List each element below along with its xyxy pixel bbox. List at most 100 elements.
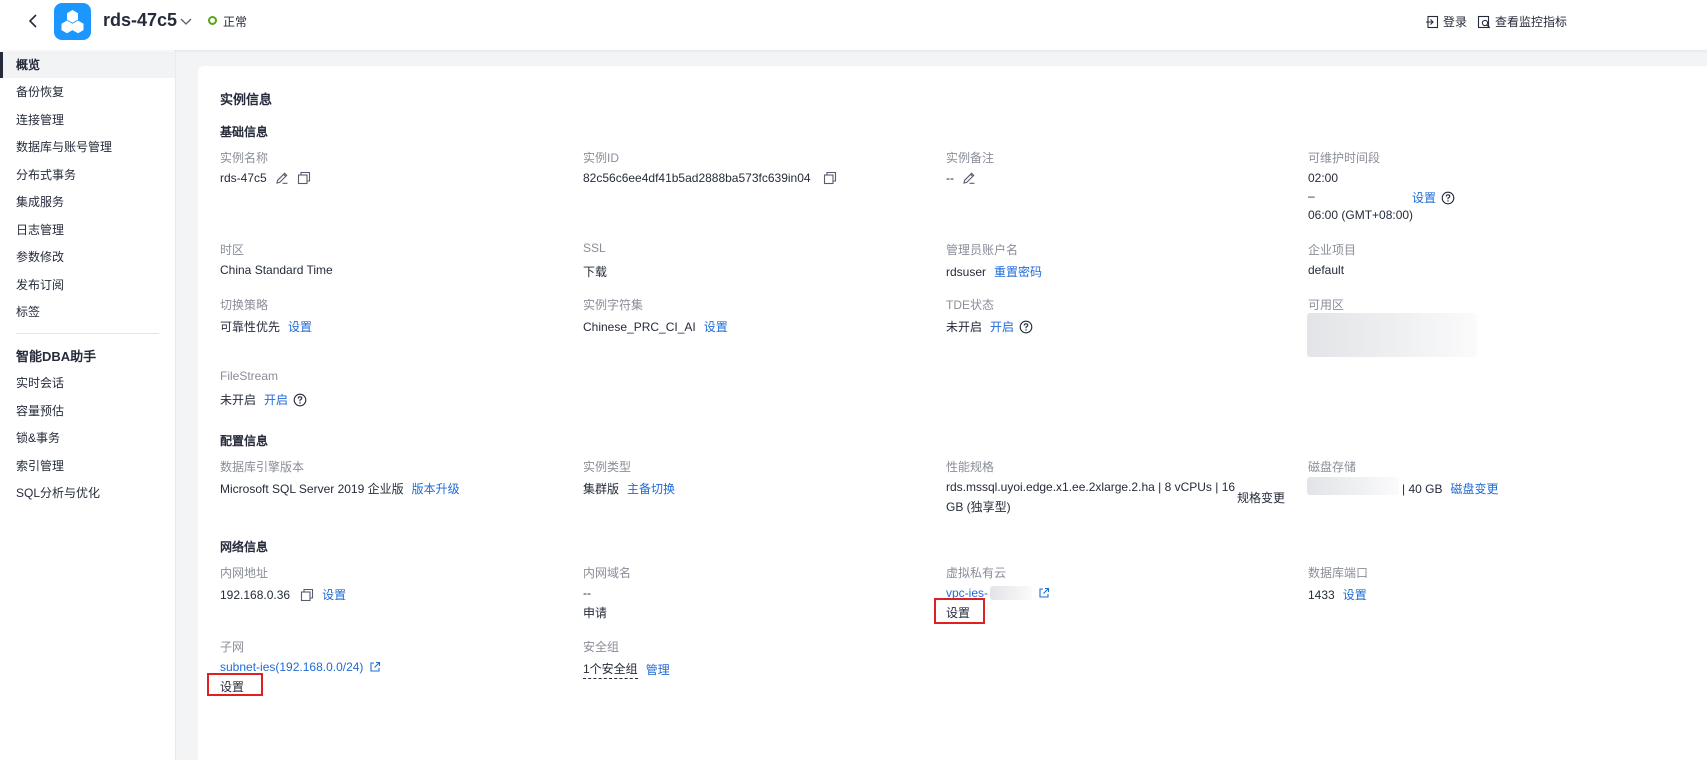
private-ip-row: 192.168.0.36 设置 (220, 586, 346, 603)
monitor-search-icon (1477, 15, 1491, 28)
edit-icon[interactable] (962, 171, 976, 185)
section-config-title: 配置信息 (220, 434, 269, 448)
switch-policy-set-link[interactable]: 设置 (288, 318, 312, 335)
filestream-value: 未开启 (220, 393, 257, 407)
maintenance-dash: – (1308, 189, 1315, 203)
instance-type-label: 实例类型 (583, 460, 632, 474)
spec-label: 性能规格 (946, 460, 995, 474)
instance-title: rds-47c5 (103, 10, 178, 30)
security-group-manage-link[interactable]: 管理 (646, 661, 670, 678)
highlight-box-subnet-set (207, 673, 263, 696)
filestream-enable-link[interactable]: 开启 (264, 391, 288, 408)
engine-version-label: 数据库引擎版本 (220, 460, 305, 474)
subnet-link[interactable]: subnet-ies(192.168.0.0/24) (220, 660, 363, 674)
sidebar-item-realtime-sessions[interactable]: 实时会话 (0, 370, 175, 396)
private-ip-set-link[interactable]: 设置 (322, 586, 346, 603)
instance-name-row: rds-47c5 (220, 171, 311, 185)
page-title: 实例信息 (220, 92, 273, 107)
sidebar-item-connection[interactable]: 连接管理 (0, 107, 175, 133)
sidebar-item-capacity[interactable]: 容量预估 (0, 398, 175, 424)
maintenance-end: 06:00 (GMT+08:00) (1308, 208, 1414, 222)
security-group-value[interactable]: 1个安全组 (583, 660, 638, 679)
maintenance-set-row: 设置 (1412, 189, 1455, 206)
private-domain-apply-link[interactable]: 申请 (583, 604, 607, 621)
sidebar-item-integration[interactable]: 集成服务 (0, 189, 175, 215)
external-link-icon[interactable] (1038, 587, 1050, 599)
tde-label: TDE状态 (946, 298, 995, 312)
filestream-label: FileStream (220, 369, 279, 383)
remark-row: -- (946, 171, 976, 185)
disk-storage-label: 磁盘存储 (1308, 460, 1357, 474)
monitor-label: 查看监控指标 (1495, 15, 1568, 29)
status-text: 正常 (223, 15, 248, 29)
failover-link[interactable]: 主备切换 (627, 480, 675, 497)
edit-icon[interactable] (275, 171, 289, 185)
sidebar-item-database-accounts[interactable]: 数据库与账号管理 (0, 134, 175, 160)
subnet-label: 子网 (220, 640, 245, 654)
copy-icon[interactable] (297, 171, 311, 185)
sidebar-item-sql-analysis[interactable]: SQL分析与优化 (0, 480, 175, 506)
db-port-row: 1433 设置 (1308, 586, 1367, 603)
remark-value: -- (946, 171, 954, 185)
enterprise-project-link[interactable]: default (1308, 263, 1344, 277)
switch-policy-row: 可靠性优先 设置 (220, 318, 312, 335)
disk-change-link[interactable]: 磁盘变更 (1450, 480, 1498, 497)
sidebar-group-dba: 智能DBA助手 (16, 349, 97, 364)
tde-value: 未开启 (946, 320, 983, 334)
status-ok-icon (208, 16, 217, 25)
private-ip-label: 内网地址 (220, 566, 269, 580)
sidebar-item-index[interactable]: 索引管理 (0, 453, 175, 479)
sidebar-item-overview[interactable]: 概览 (0, 52, 175, 78)
login-button[interactable]: 登录 (1425, 13, 1467, 30)
sidebar-item-backup[interactable]: 备份恢复 (0, 79, 175, 105)
maintenance-set-link[interactable]: 设置 (1412, 189, 1436, 206)
filestream-row: 未开启 开启 (220, 391, 307, 408)
sidebar-item-logs[interactable]: 日志管理 (0, 217, 175, 243)
instance-type-value: 集群版 (583, 482, 620, 496)
sidebar-item-parameters[interactable]: 参数修改 (0, 244, 175, 270)
copy-icon[interactable] (823, 171, 837, 185)
maintenance-label: 可维护时间段 (1308, 151, 1381, 165)
sidebar-item-distributed-tx[interactable]: 分布式事务 (0, 162, 175, 188)
private-ip-value: 192.168.0.36 (220, 587, 291, 602)
help-icon[interactable] (293, 393, 307, 407)
maintenance-start: 02:00 (1308, 171, 1339, 185)
help-icon[interactable] (1441, 191, 1455, 205)
login-label: 登录 (1443, 15, 1468, 29)
section-network-title: 网络信息 (220, 540, 269, 554)
remark-label: 实例备注 (946, 151, 995, 165)
vpc-label: 虚拟私有云 (946, 566, 1007, 580)
view-monitoring-button[interactable]: 查看监控指标 (1477, 13, 1567, 30)
db-port-set-link[interactable]: 设置 (1343, 586, 1367, 603)
sidebar-item-locks[interactable]: 锁&事务 (0, 425, 175, 451)
private-domain-label: 内网域名 (583, 566, 632, 580)
sidebar-item-publish-subscribe[interactable]: 发布订阅 (0, 272, 175, 298)
version-upgrade-link[interactable]: 版本升级 (412, 480, 460, 497)
spec-value-line2: GB (独享型) (946, 500, 1011, 514)
subnet-row: subnet-ies(192.168.0.0/24) (220, 660, 381, 674)
chevron-down-icon[interactable] (180, 15, 192, 29)
charset-row: Chinese_PRC_CI_AI 设置 (583, 318, 728, 335)
help-icon[interactable] (1019, 320, 1033, 334)
spec-change-link[interactable]: 规格变更 (1237, 489, 1285, 506)
switch-policy-label: 切换策略 (220, 298, 269, 312)
instance-id-label: 实例ID (583, 151, 620, 165)
disk-type-redacted (1307, 477, 1399, 495)
reset-password-link[interactable]: 重置密码 (994, 263, 1042, 280)
disk-storage-row: | 40 GB 磁盘变更 (1402, 480, 1499, 497)
ssl-download-link[interactable]: 下载 (583, 263, 607, 280)
availability-zone-label: 可用区 (1308, 298, 1345, 312)
section-basic-title: 基础信息 (220, 125, 269, 139)
charset-label: 实例字符集 (583, 298, 644, 312)
instance-id-value: 82c56c6ee4df41b5ad2888ba573fc639in04 (583, 171, 811, 185)
tde-enable-link[interactable]: 开启 (990, 318, 1014, 335)
switch-policy-value: 可靠性优先 (220, 320, 281, 334)
back-arrow-icon[interactable] (26, 12, 42, 30)
highlight-box-vpc-set (934, 598, 985, 624)
sidebar: 概览 备份恢复 连接管理 数据库与账号管理 分布式事务 集成服务 日志管理 参数… (0, 50, 176, 760)
sidebar-item-tags[interactable]: 标签 (0, 299, 175, 325)
charset-set-link[interactable]: 设置 (704, 318, 728, 335)
instance-id-row: 82c56c6ee4df41b5ad2888ba573fc639in04 (583, 171, 837, 185)
copy-icon[interactable] (300, 588, 314, 602)
external-link-icon[interactable] (369, 661, 381, 673)
